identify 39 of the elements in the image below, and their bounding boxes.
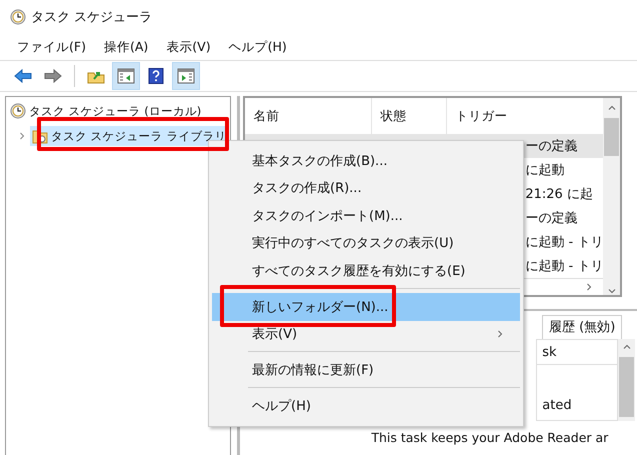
menu-item[interactable]: 表示(V) xyxy=(212,320,520,348)
menu-item[interactable]: ファイル(F) xyxy=(17,38,86,56)
menu-item[interactable]: ヘルプ(H) xyxy=(228,38,287,56)
scroll-down-icon[interactable] xyxy=(608,287,616,295)
table-cell-text: ーの定義 xyxy=(525,210,578,227)
description-text: This task keeps your Adobe Reader ar xyxy=(371,430,608,445)
expand-chevron-icon[interactable] xyxy=(18,132,26,140)
back-arrow-icon xyxy=(14,68,32,84)
window-title: タスク スケジューラ xyxy=(31,9,152,26)
clock-icon xyxy=(10,9,26,25)
help-icon xyxy=(147,68,165,84)
clock-icon xyxy=(10,103,26,119)
pane-icon xyxy=(117,68,135,84)
forward-arrow-icon xyxy=(44,68,62,84)
detail-field: ated xyxy=(537,393,618,417)
history-tab[interactable]: 履歴 (無効) xyxy=(542,315,622,339)
menu-item[interactable]: 表示(V) xyxy=(166,38,211,56)
menu-item[interactable]: 操作(A) xyxy=(104,38,148,56)
scroll-up-icon[interactable] xyxy=(622,343,631,351)
menu-item[interactable]: タスクのインポート(M)... xyxy=(212,202,520,230)
table-cell-text: 21:26 に起 xyxy=(525,186,593,203)
scroll-up-icon[interactable] xyxy=(608,104,616,112)
tree-pane-button[interactable] xyxy=(113,63,139,89)
menu-item[interactable]: すべてのタスク履歴を有効にする(E) xyxy=(212,257,520,284)
detail-field: sk xyxy=(537,340,618,365)
tree-item[interactable]: タスク スケジューラ (ローカル) xyxy=(8,101,204,121)
table-cell-text: ーの定義 xyxy=(525,138,578,155)
menu-item[interactable]: 基本タスクの作成(B)... xyxy=(212,147,520,174)
menu-item[interactable]: タスクの作成(R)... xyxy=(212,174,520,202)
table-cell-text: に起動 - トリ xyxy=(525,234,604,251)
scroll-thumb[interactable] xyxy=(619,357,634,417)
scroll-thumb[interactable] xyxy=(604,118,620,156)
column-header[interactable]: トリガー xyxy=(447,98,604,134)
pane-icon xyxy=(177,68,195,84)
table-cell-text: に起動 - トリ xyxy=(525,258,604,275)
table-cell-text: に起動 xyxy=(525,162,564,179)
action-pane-button[interactable] xyxy=(173,63,199,89)
scroll-right-icon[interactable] xyxy=(585,283,594,291)
menu-item[interactable]: 実行中のすべてのタスクの表示(U) xyxy=(212,230,520,257)
